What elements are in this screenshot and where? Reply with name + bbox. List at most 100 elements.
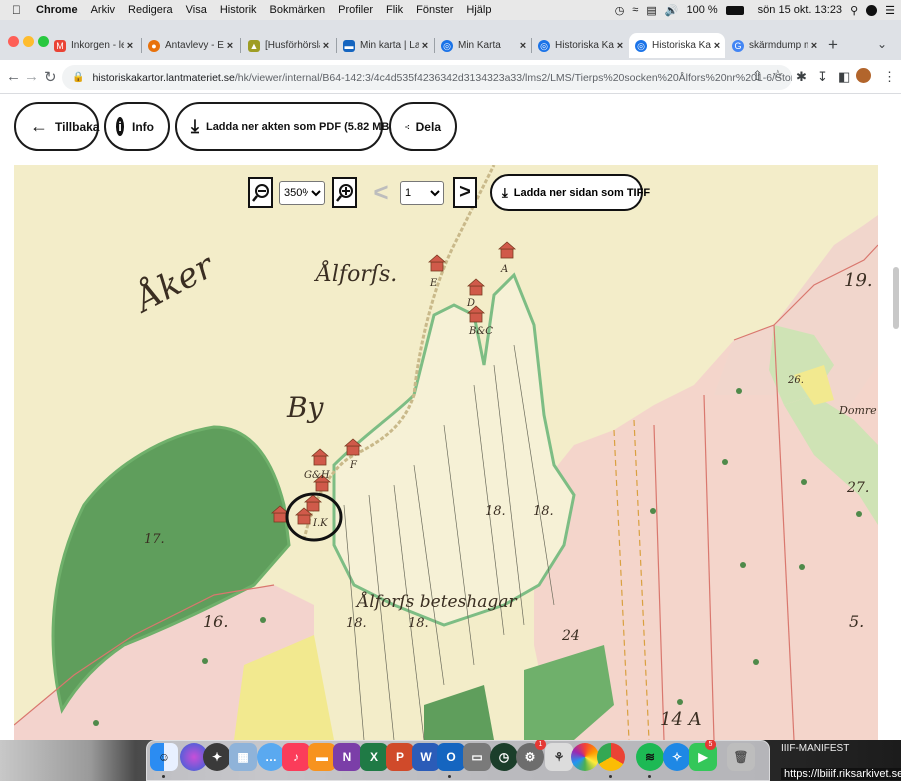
books-icon[interactable]: ▬ — [308, 743, 336, 771]
tab-label: [Husförhörslängd — [265, 40, 320, 51]
close-tab-icon[interactable]: × — [808, 40, 820, 52]
onenote-icon[interactable]: N — [333, 743, 361, 771]
music-icon[interactable]: ♪ — [282, 743, 310, 771]
share-label: Dela — [415, 119, 441, 134]
label-17: 17. — [144, 532, 165, 547]
excel-icon[interactable]: X — [360, 743, 388, 771]
zoom-level-select[interactable]: 350% — [279, 181, 325, 205]
family-tree-app-icon[interactable]: ⚘ — [545, 743, 573, 771]
messages-bubble-icon[interactable]: … — [257, 743, 285, 771]
clock[interactable]: sön 15 okt. 13:23 — [758, 4, 842, 16]
spotify-icon[interactable]: ≋ — [636, 743, 664, 771]
tab-historiska-kartor-1[interactable]: ◎ Historiska Karto × — [532, 33, 628, 58]
time-machine-icon[interactable]: ◷ — [615, 4, 625, 17]
reload-icon[interactable]: ↻ — [44, 68, 57, 86]
label-domre: Domre — [838, 404, 877, 417]
tab-min-karta[interactable]: ◎ Min Karta × — [435, 33, 531, 58]
download-pdf-label: Ladda ner akten som PDF (5.82 MB) — [205, 120, 394, 133]
new-tab-button[interactable]: + — [828, 35, 838, 55]
label-24: 24 — [561, 628, 580, 644]
scanner-icon[interactable]: ▭ — [463, 743, 491, 771]
address-bar[interactable]: 🔒 historiskakartor.lantmateriet.se/hk/vi… — [62, 65, 792, 90]
outlook-icon[interactable]: O — [437, 743, 465, 771]
menu-fonster[interactable]: Fönster — [416, 4, 453, 16]
close-tab-icon[interactable]: × — [124, 40, 136, 52]
tab-antavlevy[interactable]: ● Antavlevy - Erik × — [142, 33, 238, 58]
menu-profiler[interactable]: Profiler — [338, 4, 373, 16]
close-tab-icon[interactable]: × — [419, 40, 431, 52]
spotlight-icon[interactable]: ⚲ — [850, 4, 858, 17]
share-button[interactable]: Dela — [389, 102, 457, 151]
close-tab-icon[interactable]: × — [614, 40, 626, 52]
control-center-icon[interactable]: ☰ — [885, 4, 895, 17]
info-icon: i — [116, 117, 124, 136]
photos-icon[interactable] — [571, 743, 599, 771]
zoom-in-button[interactable] — [332, 177, 357, 208]
historical-map-image[interactable]: Åker Ålforſs. By Ålforſs beteshagar E A … — [14, 165, 878, 740]
iiif-url-text: https://lbiiif.riksarkivet.se/a — [781, 768, 901, 780]
previous-page-button[interactable]: < — [370, 177, 392, 208]
download-pdf-button[interactable]: ⤓ Ladda ner akten som PDF (5.82 MB) — [175, 102, 393, 151]
bookmark-star-icon[interactable]: ☆ — [772, 67, 784, 83]
tab-min-karta-lant[interactable]: ▬ Min karta | Lant × — [337, 33, 433, 58]
wifi-icon[interactable]: ≈ — [632, 4, 638, 16]
forward-arrow-icon[interactable]: → — [24, 68, 39, 85]
launchpad-icon[interactable]: ✦ — [203, 743, 231, 771]
volume-icon[interactable]: 🔊 — [665, 4, 679, 17]
tab-historiska-kartor-active[interactable]: ◎ Historiska Karto × — [629, 33, 725, 58]
tab-search-chevron-down-icon[interactable]: ⌄ — [877, 37, 887, 51]
menu-flik[interactable]: Flik — [386, 4, 403, 16]
tab-husforhorslangd[interactable]: ▲ [Husförhörslängd × — [242, 33, 334, 58]
menu-bokmarken[interactable]: Bokmärken — [270, 4, 326, 16]
safari-icon[interactable]: ✧ — [663, 743, 691, 771]
label-house-f: F — [349, 460, 358, 471]
close-tab-icon[interactable]: × — [320, 40, 332, 52]
label-5: 5. — [849, 612, 864, 631]
globe-icon: ◎ — [538, 39, 550, 52]
close-tab-icon[interactable]: × — [224, 40, 236, 52]
powerpoint-icon[interactable]: P — [386, 743, 414, 771]
menu-arkiv[interactable]: Arkiv — [91, 4, 115, 16]
preview-icon[interactable]: ▦ — [229, 743, 257, 771]
tab-gmail[interactable]: M Inkorgen - leifer × — [48, 33, 138, 58]
menu-visa[interactable]: Visa — [186, 4, 207, 16]
extensions-puzzle-icon[interactable]: ✱ — [796, 69, 807, 85]
more-menu-icon[interactable]: ⋮ — [883, 69, 896, 85]
share-page-icon[interactable]: ⇧ — [752, 68, 763, 84]
lock-icon[interactable]: 🔒 — [72, 72, 84, 83]
trash-icon[interactable]: 🗑 — [727, 743, 755, 771]
menu-historik[interactable]: Historik — [220, 4, 257, 16]
map-viewer[interactable]: Åker Ålforſs. By Ålforſs beteshagar E A … — [14, 165, 878, 740]
battery-icon[interactable] — [725, 5, 744, 15]
menu-app-chrome[interactable]: Chrome — [36, 4, 78, 16]
close-window-icon[interactable] — [8, 36, 19, 47]
back-arrow-icon[interactable]: ← — [6, 68, 21, 85]
zoom-out-button[interactable] — [248, 177, 273, 208]
tab-skarmdump[interactable]: G skärmdump ma × — [726, 33, 822, 58]
menu-hjalp[interactable]: Hjälp — [466, 4, 491, 16]
finder-icon[interactable]: ☺ — [150, 743, 178, 771]
label-house-d: D — [466, 298, 475, 309]
download-tiff-button[interactable]: ⤓ Ladda ner sidan som TIFF — [490, 174, 650, 211]
minimize-window-icon[interactable] — [23, 36, 34, 47]
download-icon[interactable]: ↧ — [817, 69, 828, 85]
page-scrollbar-thumb[interactable] — [893, 267, 899, 329]
apple-icon[interactable]:  — [12, 3, 26, 17]
page-select[interactable]: 1 — [400, 181, 444, 205]
label-18b: 18. — [533, 504, 554, 519]
user-icon[interactable] — [866, 4, 878, 16]
back-button[interactable]: ← Tillbaka — [14, 102, 99, 151]
info-button[interactable]: i Info — [104, 102, 170, 151]
side-panel-icon[interactable]: ◧ — [838, 69, 850, 85]
url-text[interactable]: historiskakartor.lantmateriet.se/hk/view… — [92, 72, 792, 84]
word-icon[interactable]: W — [412, 743, 440, 771]
close-tab-icon[interactable]: × — [517, 40, 529, 52]
time-machine-dock-icon[interactable]: ◷ — [490, 743, 518, 771]
chrome-icon[interactable] — [597, 743, 625, 771]
zoom-in-icon — [335, 183, 353, 202]
profile-avatar[interactable] — [856, 68, 871, 83]
close-tab-icon[interactable]: × — [711, 40, 723, 52]
display-icon[interactable]: ▤ — [646, 4, 656, 17]
menu-redigera[interactable]: Redigera — [128, 4, 173, 16]
next-page-button[interactable]: > — [453, 177, 477, 208]
